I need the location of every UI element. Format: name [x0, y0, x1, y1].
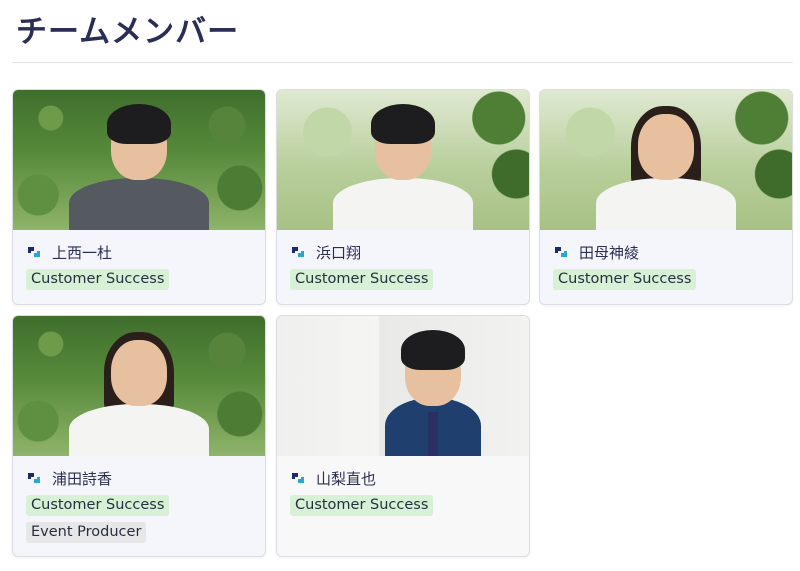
member-name: 浦田詩香 [52, 469, 113, 488]
role-tag: Customer Success [26, 495, 170, 516]
member-card[interactable]: 田母神綾 Customer Success [539, 89, 793, 305]
person-figure [596, 94, 736, 230]
person-figure [69, 320, 209, 456]
member-photo [540, 90, 792, 230]
member-photo [13, 90, 265, 230]
member-card[interactable]: 浦田詩香 Customer Success Event Producer [12, 315, 266, 557]
member-card[interactable]: 浜口翔 Customer Success [276, 89, 530, 305]
page-title: チームメンバー [16, 14, 240, 50]
member-photo [13, 316, 265, 456]
brand-s-icon [292, 247, 304, 257]
member-card[interactable]: 山梨直也 Customer Success [276, 315, 530, 557]
role-tag: Customer Success [290, 495, 434, 516]
member-name: 浜口翔 [316, 243, 362, 262]
brand-s-icon [292, 473, 304, 483]
member-photo [277, 316, 529, 456]
member-name: 山梨直也 [316, 469, 377, 488]
person-figure [333, 94, 473, 230]
member-name: 田母神綾 [579, 243, 640, 262]
person-figure [69, 94, 209, 230]
role-tag: Customer Success [26, 269, 170, 290]
person-figure [363, 320, 503, 456]
role-tag: Customer Success [553, 269, 697, 290]
brand-s-icon [555, 247, 567, 257]
role-tag: Event Producer [26, 522, 147, 543]
brand-s-icon [28, 473, 40, 483]
member-card[interactable]: 上西一杜 Customer Success [12, 89, 266, 305]
title-divider [12, 62, 793, 63]
brand-s-icon [28, 247, 40, 257]
role-tag: Customer Success [290, 269, 434, 290]
member-photo [277, 90, 529, 230]
member-name: 上西一杜 [52, 243, 113, 262]
